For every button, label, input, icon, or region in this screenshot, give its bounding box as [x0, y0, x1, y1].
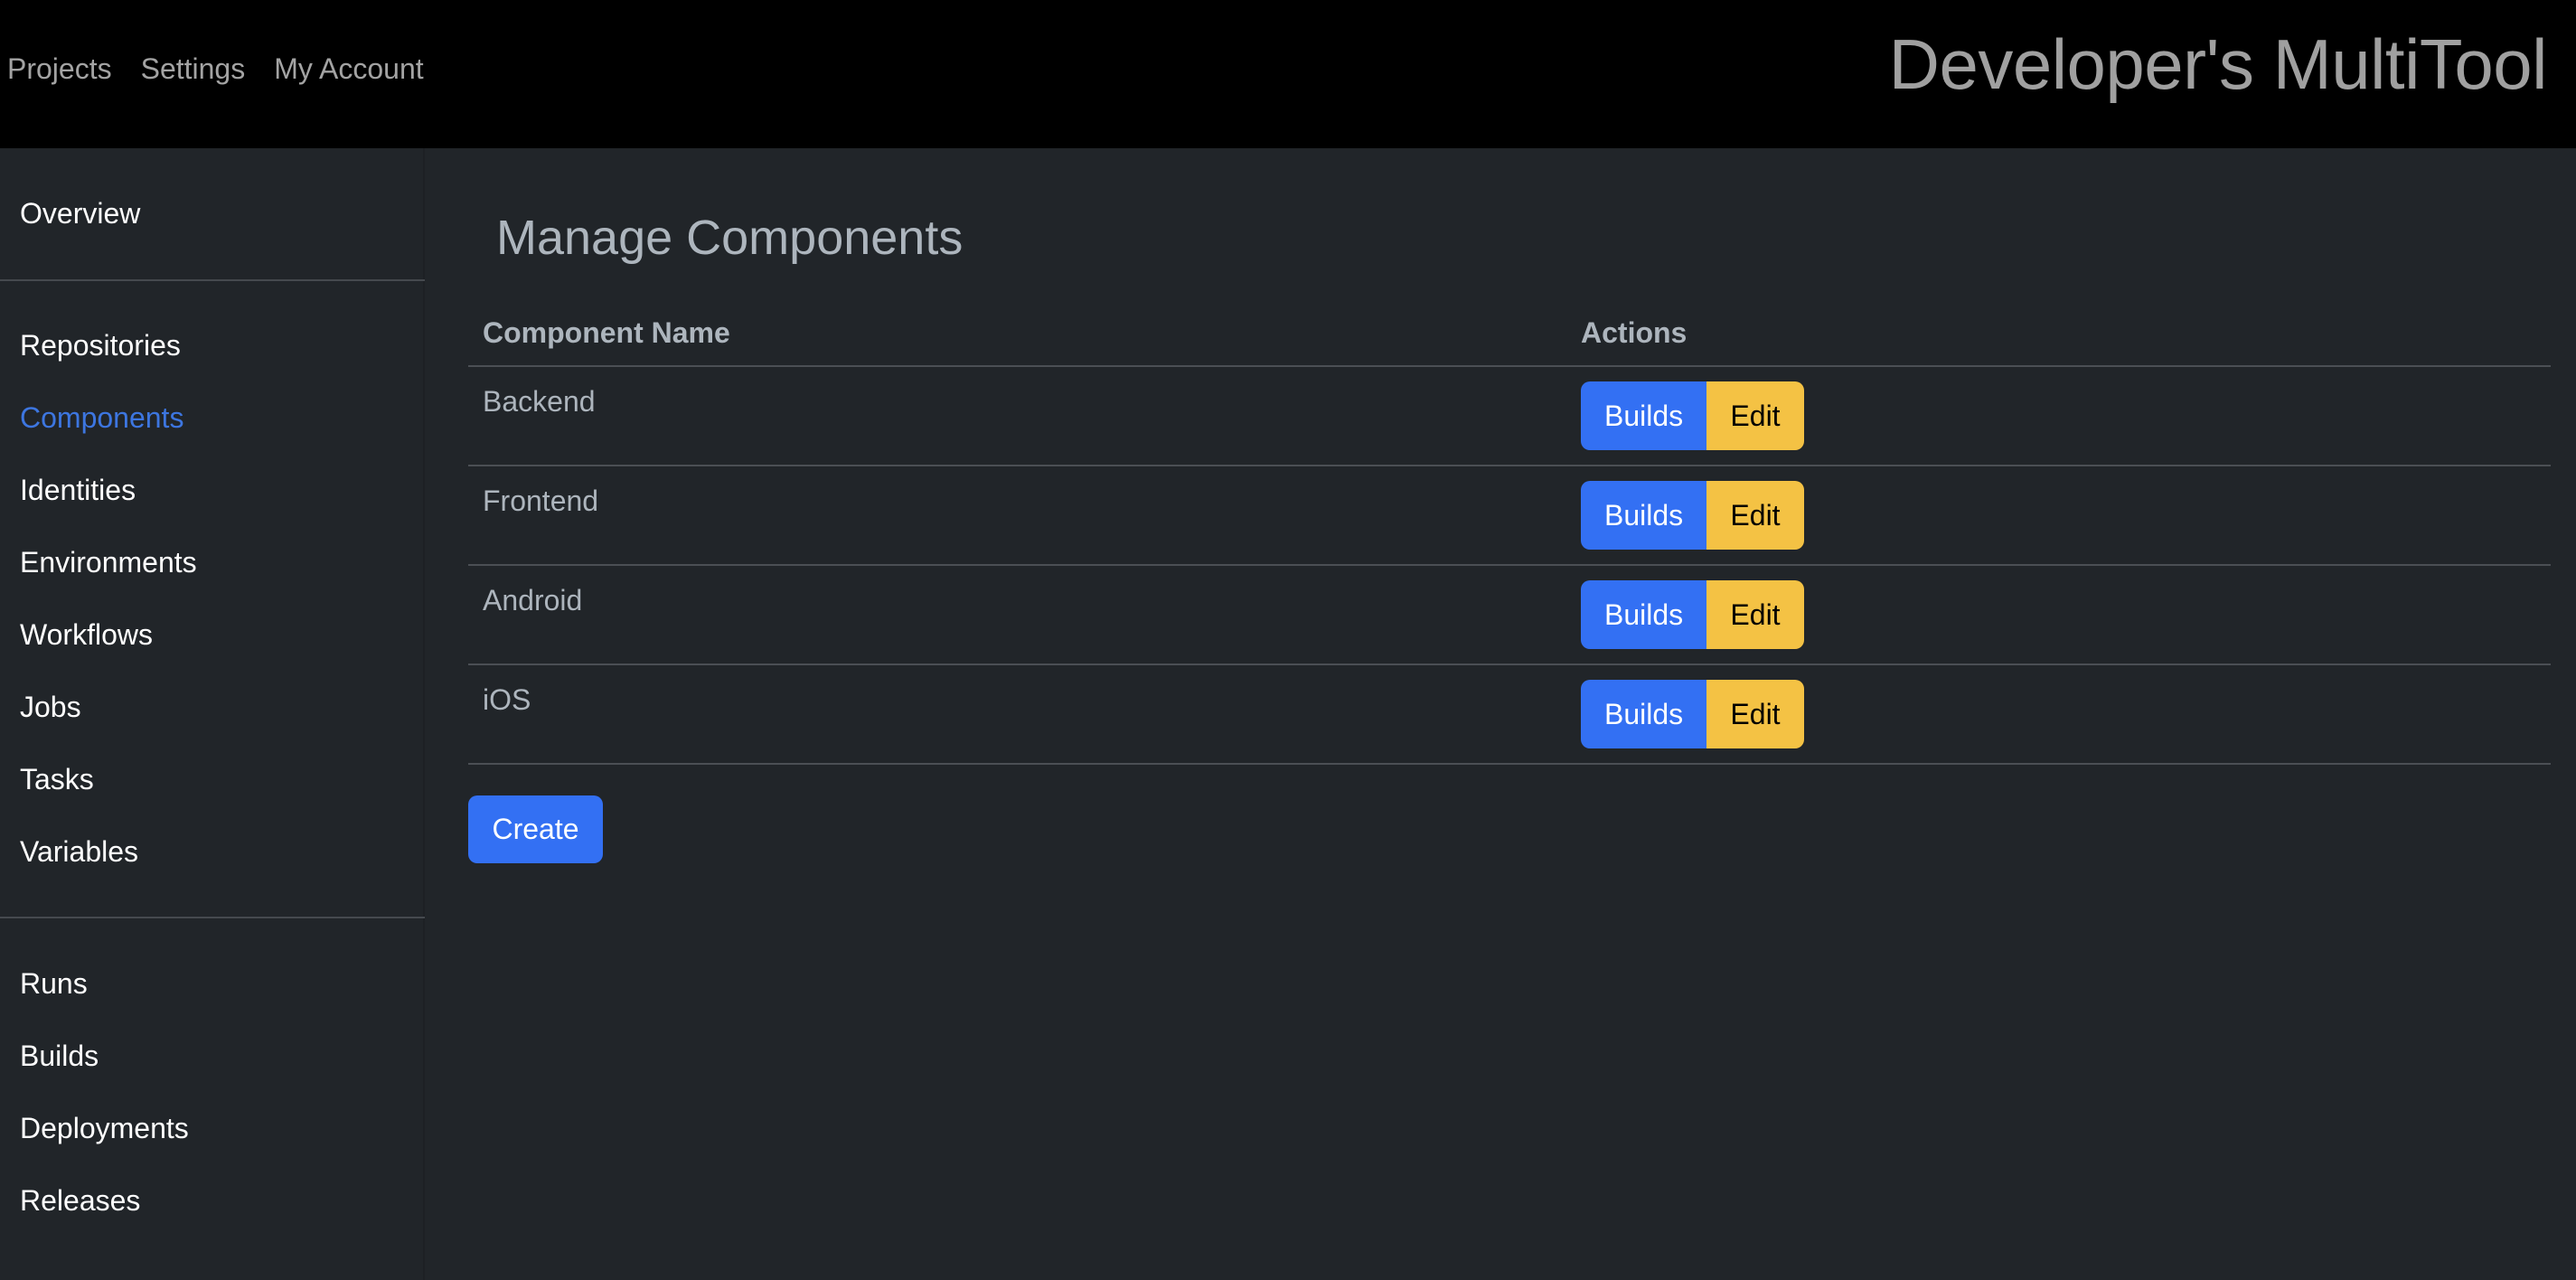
- nav-link-projects[interactable]: Projects: [7, 47, 112, 90]
- table-row: Android Builds Edit: [468, 566, 2551, 665]
- nav-link-settings[interactable]: Settings: [141, 47, 246, 90]
- row-actions: Builds Edit: [1581, 580, 1804, 649]
- column-header-component-name: Component Name: [483, 316, 730, 349]
- sidebar-item-tasks[interactable]: Tasks: [20, 759, 94, 799]
- builds-button[interactable]: Builds: [1581, 381, 1706, 450]
- edit-button[interactable]: Edit: [1706, 381, 1804, 450]
- sidebar-item-repositories[interactable]: Repositories: [20, 325, 181, 365]
- table-row: iOS Builds Edit: [468, 665, 2551, 765]
- row-actions: Builds Edit: [1581, 680, 1804, 748]
- sidebar-divider: [0, 279, 425, 281]
- component-name: iOS: [483, 683, 531, 716]
- edit-button[interactable]: Edit: [1706, 481, 1804, 550]
- sidebar-item-components[interactable]: Components: [20, 398, 183, 438]
- table-row: Frontend Builds Edit: [468, 466, 2551, 566]
- builds-button[interactable]: Builds: [1581, 481, 1706, 550]
- sidebar-item-runs[interactable]: Runs: [20, 964, 88, 1003]
- sidebar-item-environments[interactable]: Environments: [20, 542, 197, 582]
- page-title: Manage Components: [496, 211, 964, 265]
- top-nav: Projects Settings My Account: [7, 47, 424, 90]
- edit-button[interactable]: Edit: [1706, 680, 1804, 748]
- sidebar-divider: [0, 917, 425, 918]
- create-button[interactable]: Create: [468, 795, 603, 863]
- column-header-actions: Actions: [1581, 316, 1688, 349]
- sidebar-item-builds[interactable]: Builds: [20, 1036, 99, 1076]
- row-actions: Builds Edit: [1581, 381, 1804, 450]
- top-navbar: Projects Settings My Account Developer's…: [0, 0, 2576, 148]
- component-name: Android: [483, 584, 583, 616]
- sidebar-item-releases[interactable]: Releases: [20, 1181, 140, 1220]
- sidebar-item-workflows[interactable]: Workflows: [20, 615, 153, 654]
- builds-button[interactable]: Builds: [1581, 680, 1706, 748]
- sidebar-item-overview[interactable]: Overview: [20, 193, 140, 233]
- main-content: Manage Components Component Name Actions…: [427, 148, 2576, 1280]
- sidebar-item-jobs[interactable]: Jobs: [20, 687, 81, 727]
- component-name: Frontend: [483, 485, 599, 517]
- sidebar-item-variables[interactable]: Variables: [20, 832, 138, 871]
- builds-button[interactable]: Builds: [1581, 580, 1706, 649]
- sidebar-item-identities[interactable]: Identities: [20, 470, 136, 510]
- sidebar-item-deployments[interactable]: Deployments: [20, 1108, 189, 1148]
- table-row: Backend Builds Edit: [468, 367, 2551, 466]
- nav-link-my-account[interactable]: My Account: [274, 47, 423, 90]
- app-brand-title: Developer's MultiTool: [1888, 24, 2548, 104]
- edit-button[interactable]: Edit: [1706, 580, 1804, 649]
- row-actions: Builds Edit: [1581, 481, 1804, 550]
- sidebar: Overview Repositories Components Identit…: [0, 148, 425, 1280]
- table-header: Component Name Actions: [468, 302, 2551, 367]
- component-name: Backend: [483, 385, 596, 418]
- components-table: Component Name Actions Backend Builds Ed…: [468, 302, 2551, 765]
